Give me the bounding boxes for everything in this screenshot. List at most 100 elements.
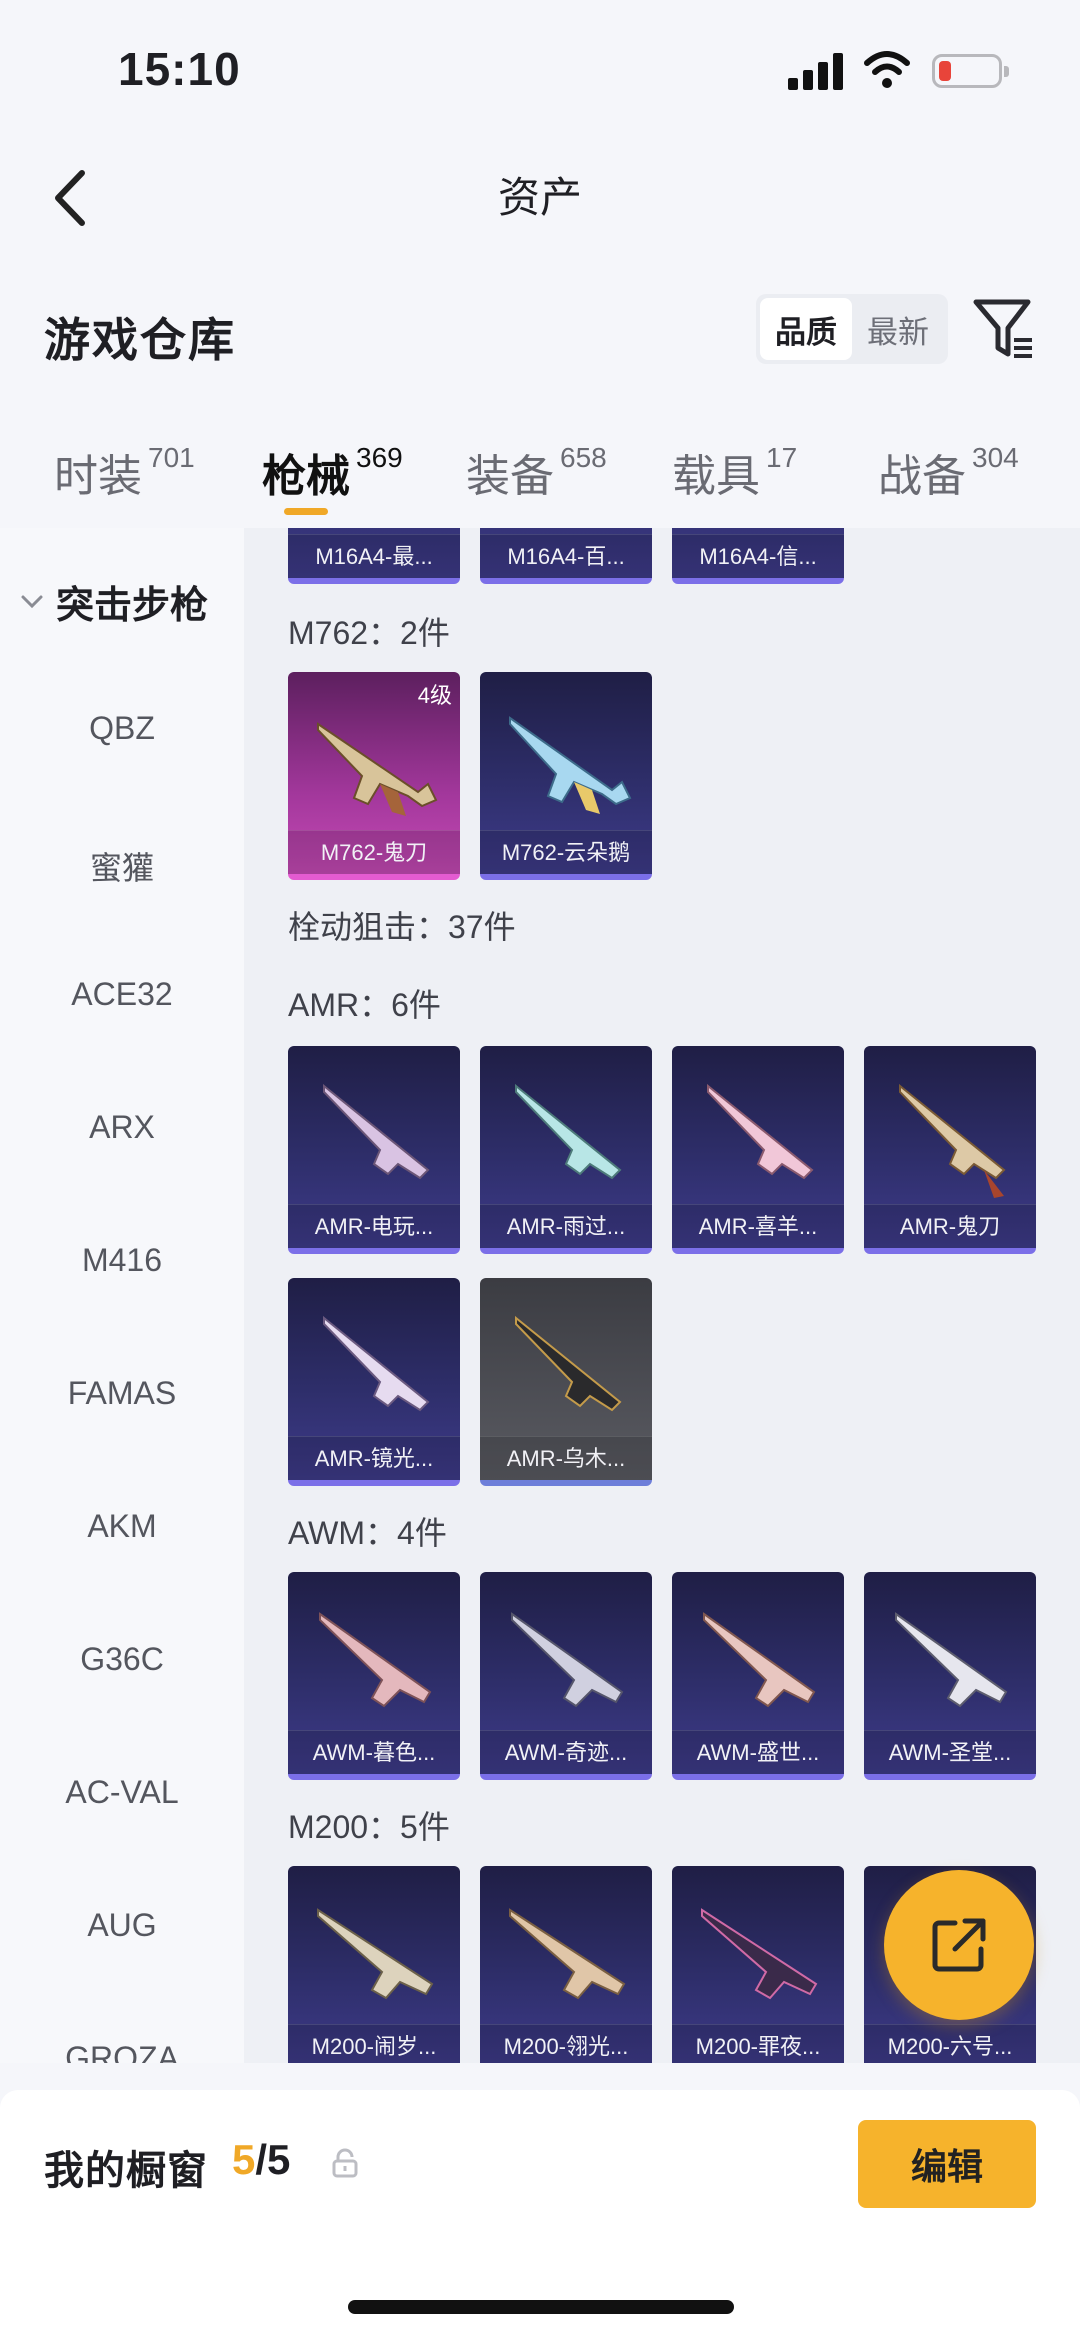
tab-vehicles[interactable]: 载具 17 bbox=[672, 440, 797, 520]
sidebar-item-groza[interactable]: GROZA bbox=[0, 2040, 244, 2063]
status-bar: 15:10 bbox=[0, 0, 1080, 140]
sniper-image bbox=[703, 1612, 816, 1708]
item-label: AMR-乌木... bbox=[480, 1436, 652, 1480]
item-card[interactable]: M16A4-最... bbox=[288, 528, 460, 584]
sidebar-item-arx[interactable]: ARX bbox=[0, 1109, 244, 1146]
sidebar-item-aug[interactable]: AUG bbox=[0, 1907, 244, 1944]
rifle-image bbox=[509, 716, 632, 814]
item-card[interactable]: AWM-奇迹... bbox=[480, 1572, 652, 1780]
item-card[interactable]: M16A4-信... bbox=[672, 528, 844, 584]
sort-toggle: 品质 最新 bbox=[756, 294, 948, 364]
showcase-total: /5 bbox=[255, 2136, 291, 2183]
group-header-m762: M762：2件 bbox=[288, 615, 450, 651]
share-icon bbox=[932, 1918, 986, 1972]
page-title: 资产 bbox=[497, 174, 582, 221]
sniper-image bbox=[895, 1612, 1008, 1708]
tab-label: 枪械 bbox=[262, 452, 350, 501]
item-card[interactable]: M200-翎光... bbox=[480, 1866, 652, 2063]
tab-fashion[interactable]: 时装 701 bbox=[54, 440, 195, 520]
nav-bar: 资产 bbox=[0, 140, 1080, 250]
item-label: M16A4-百... bbox=[480, 534, 652, 578]
sniper-image bbox=[515, 1083, 622, 1180]
item-label: M16A4-最... bbox=[288, 534, 460, 578]
item-label: M762-鬼刀 bbox=[288, 830, 460, 874]
item-card[interactable]: AMR-雨过... bbox=[480, 1046, 652, 1254]
sidebar-group-label: 突击步枪 bbox=[56, 585, 209, 627]
cellular-signal-icon bbox=[788, 52, 844, 90]
tab-label: 战备 bbox=[878, 452, 966, 501]
item-card[interactable]: M200-罪夜... bbox=[672, 1866, 844, 2063]
sniper-image bbox=[701, 1908, 818, 2000]
item-card[interactable]: AMR-乌木... bbox=[480, 1278, 652, 1486]
edit-button[interactable]: 编辑 bbox=[858, 2120, 1036, 2208]
tab-firearms[interactable]: 枪械 369 bbox=[262, 440, 403, 520]
group-header-m200: M200：5件 bbox=[288, 1809, 450, 1845]
item-label: AWM-盛世... bbox=[672, 1730, 844, 1774]
sidebar-item-qbz[interactable]: QBZ bbox=[0, 710, 244, 747]
tab-count: 17 bbox=[766, 442, 798, 473]
sort-option-newest[interactable]: 最新 bbox=[852, 298, 944, 360]
battery-icon bbox=[932, 54, 1009, 88]
item-label: AMR-雨过... bbox=[480, 1204, 652, 1248]
showcase-current: 5 bbox=[232, 2136, 256, 2183]
item-card[interactable]: AMR-镜光... bbox=[288, 1278, 460, 1486]
sniper-image bbox=[899, 1083, 1006, 1198]
section-title: 游戏仓库 bbox=[44, 314, 236, 366]
item-card[interactable]: 4级 M762-鬼刀 bbox=[288, 672, 460, 880]
item-label: M200-闹岁... bbox=[288, 2024, 460, 2063]
item-label: M762-云朵鹅 bbox=[480, 830, 652, 874]
filter-icon[interactable] bbox=[972, 294, 1036, 364]
chevron-down-icon bbox=[21, 595, 43, 608]
sidebar-item-ace32[interactable]: ACE32 bbox=[0, 976, 244, 1013]
sniper-image bbox=[707, 1083, 814, 1180]
item-card[interactable]: M200-闹岁... bbox=[288, 1866, 460, 2063]
group-header-amr: AMR：6件 bbox=[288, 987, 441, 1023]
sidebar-group-assault-rifles[interactable]: 突击步枪 bbox=[18, 574, 208, 629]
item-card[interactable]: AWM-盛世... bbox=[672, 1572, 844, 1780]
sidebar-item-famas[interactable]: FAMAS bbox=[0, 1375, 244, 1412]
active-tab-indicator bbox=[284, 508, 328, 515]
sidebar-item-akm[interactable]: AKM bbox=[0, 1508, 244, 1545]
sniper-image bbox=[323, 1315, 430, 1412]
sniper-image bbox=[511, 1612, 624, 1708]
tab-label: 装备 bbox=[466, 452, 554, 501]
sniper-image bbox=[319, 1612, 432, 1708]
tab-label: 载具 bbox=[672, 452, 760, 501]
tab-equipment[interactable]: 装备 658 bbox=[466, 440, 607, 520]
sniper-image bbox=[317, 1908, 434, 2000]
item-card[interactable]: AMR-鬼刀 bbox=[864, 1046, 1036, 1254]
item-label: AMR-鬼刀 bbox=[864, 1204, 1036, 1248]
tab-label: 时装 bbox=[54, 452, 142, 501]
item-card[interactable]: AWM-圣堂... bbox=[864, 1572, 1036, 1780]
sidebar-item-honey-badger[interactable]: 蜜獾 bbox=[0, 843, 244, 889]
item-card[interactable]: AMR-喜羊... bbox=[672, 1046, 844, 1254]
item-label: AMR-电玩... bbox=[288, 1204, 460, 1248]
tab-tactical[interactable]: 战备 304 bbox=[878, 440, 1019, 520]
sidebar-item-g36c[interactable]: G36C bbox=[0, 1641, 244, 1678]
item-label: M200-翎光... bbox=[480, 2024, 652, 2063]
item-card[interactable]: AMR-电玩... bbox=[288, 1046, 460, 1254]
item-card[interactable]: M762-云朵鹅 bbox=[480, 672, 652, 880]
item-card[interactable]: M16A4-百... bbox=[480, 528, 652, 584]
item-label: AWM-奇迹... bbox=[480, 1730, 652, 1774]
item-card[interactable]: AWM-暮色... bbox=[288, 1572, 460, 1780]
item-grid: M16A4-最... M16A4-百... M16A4-信... M762：2件… bbox=[244, 528, 1080, 2063]
tab-count: 369 bbox=[356, 442, 403, 473]
item-label: M200-罪夜... bbox=[672, 2024, 844, 2063]
item-label: M200-六号... bbox=[864, 2024, 1036, 2063]
tab-count: 658 bbox=[560, 442, 607, 473]
item-label: M16A4-信... bbox=[672, 534, 844, 578]
tab-count: 304 bbox=[972, 442, 1019, 473]
group-header-awm: AWM：4件 bbox=[288, 1515, 447, 1551]
section-header: 游戏仓库 品质 最新 bbox=[0, 280, 1080, 390]
tab-count: 701 bbox=[148, 442, 195, 473]
rifle-image bbox=[317, 722, 438, 816]
sidebar-item-m416[interactable]: M416 bbox=[0, 1242, 244, 1279]
home-indicator bbox=[348, 2300, 734, 2314]
share-fab-button[interactable] bbox=[884, 1870, 1034, 2020]
weapon-type-sidebar: 突击步枪 QBZ 蜜獾 ACE32 ARX M416 FAMAS AKM G36… bbox=[0, 528, 244, 2063]
sidebar-item-ac-val[interactable]: AC-VAL bbox=[0, 1774, 244, 1811]
sniper-image bbox=[509, 1908, 626, 2000]
sort-option-quality[interactable]: 品质 bbox=[760, 298, 852, 360]
showcase-label: 我的橱窗 bbox=[44, 2149, 208, 2193]
